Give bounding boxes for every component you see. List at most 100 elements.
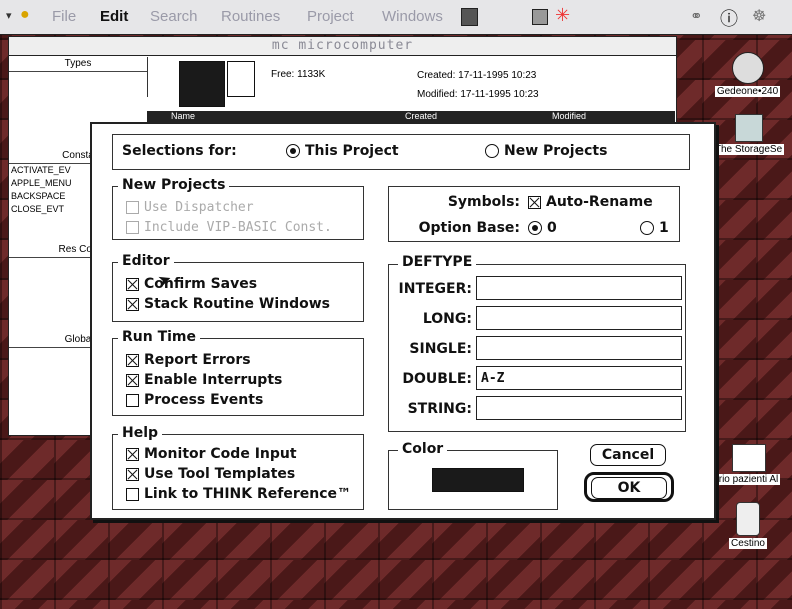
cancel-button[interactable]: Cancel: [590, 444, 666, 466]
desktop-icon-trash[interactable]: Cestino: [720, 502, 776, 549]
routine-graph-icon: [227, 61, 255, 97]
application-menu-icon[interactable]: ☸: [752, 6, 766, 26]
enable-interrupts-label: Enable Interrupts: [144, 372, 283, 388]
deftype-group-title: DEFTYPE: [398, 254, 477, 270]
option-base-0-radio[interactable]: 0: [528, 220, 557, 236]
include-vip-label: Include VIP-BASIC Const.: [144, 220, 332, 235]
include-vip-checkbox[interactable]: Include VIP-BASIC Const.: [126, 220, 332, 235]
menu-search[interactable]: Search: [150, 8, 198, 25]
toolbox-icon[interactable]: [461, 8, 478, 26]
link-think-checkbox[interactable]: Link to THINK Reference™: [126, 486, 351, 502]
menu-file[interactable]: File: [52, 8, 76, 25]
stack-windows-label: Stack Routine Windows: [144, 296, 331, 312]
apple-logo-icon[interactable]: ●: [20, 6, 30, 24]
single-field[interactable]: [476, 336, 682, 360]
col-name[interactable]: Name: [171, 111, 195, 121]
this-project-label: This Project: [305, 143, 399, 159]
types-title: Types: [9, 57, 147, 72]
help-group-title: Help: [118, 425, 163, 441]
selections-label: Selections for:: [122, 143, 237, 159]
auto-rename-label: Auto-Rename: [546, 194, 653, 210]
sparkle-icon[interactable]: ✳: [555, 5, 570, 26]
process-events-label: Process Events: [144, 392, 264, 408]
checkbox-checked-icon: [126, 297, 139, 311]
run-time-group-title: Run Time: [118, 329, 201, 345]
desktop-icon-label: rio pazienti Al: [716, 474, 781, 485]
desktop-icon-storage[interactable]: The StorageSe: [705, 114, 792, 155]
this-project-radio[interactable]: This Project: [286, 143, 399, 159]
editor-group: [112, 262, 364, 322]
use-dispatcher-checkbox[interactable]: Use Dispatcher: [126, 200, 254, 215]
project-options-dialog: Selections for: This Project New Project…: [90, 122, 716, 520]
monitor-code-label: Monitor Code Input: [144, 446, 297, 462]
tool-templates-label: Use Tool Templates: [144, 466, 296, 482]
checkbox-icon: [126, 487, 139, 501]
single-label: SINGLE:: [409, 341, 472, 357]
created-date: Created: 17-11-1995 10:23: [417, 70, 537, 81]
color-swatch[interactable]: [432, 468, 524, 492]
report-errors-checkbox[interactable]: Report Errors: [126, 352, 251, 368]
long-field[interactable]: [476, 306, 682, 330]
free-memory: Free: 1133K: [271, 69, 326, 80]
option-base-1-label: 1: [659, 220, 669, 236]
col-created[interactable]: Created: [405, 111, 437, 121]
checkbox-checked-icon: [126, 467, 139, 481]
menu-project[interactable]: Project: [307, 8, 354, 25]
checkbox-icon: [126, 221, 139, 234]
option-base-0-label: 0: [547, 220, 557, 236]
script-icon[interactable]: [532, 9, 548, 25]
project-window-title[interactable]: mc microcomputer: [9, 37, 676, 56]
col-modified[interactable]: Modified: [552, 111, 586, 121]
radio-selected-icon: [286, 144, 300, 158]
editor-group-title: Editor: [118, 253, 174, 269]
checkbox-checked-icon: [126, 353, 139, 367]
desktop-icon-label: Gedeone•240: [714, 86, 781, 97]
menu-edit[interactable]: Edit: [100, 8, 128, 25]
menu-windows[interactable]: Windows: [382, 8, 443, 25]
apple-menu-icon[interactable]: ▾: [6, 9, 12, 22]
monitor-code-checkbox[interactable]: Monitor Code Input: [126, 446, 297, 462]
modified-date: Modified: 17-11-1995 10:23: [417, 89, 539, 100]
checkbox-checked-icon: [126, 277, 139, 291]
menu-bar: ▾ ● File Edit Search Routines Project Wi…: [0, 0, 792, 35]
checkbox-checked-icon: [528, 195, 541, 209]
symbols-label: Symbols:: [447, 194, 520, 210]
desktop-icon-label: The StorageSe: [712, 144, 785, 155]
checkbox-icon: [126, 393, 139, 407]
desktop-icon-gedeone[interactable]: Gedeone•240: [705, 52, 790, 97]
option-base-label: Option Base:: [418, 220, 520, 236]
checkbox-checked-icon: [126, 447, 139, 461]
process-events-checkbox[interactable]: Process Events: [126, 392, 263, 408]
trash-icon: [736, 502, 760, 536]
types-pane[interactable]: Types: [9, 57, 148, 97]
server-icon: [734, 114, 763, 142]
duck-icon: [731, 52, 764, 84]
use-dispatcher-label: Use Dispatcher: [144, 200, 254, 215]
new-projects-group-title: New Projects: [118, 177, 230, 193]
ok-button[interactable]: OK: [591, 477, 667, 499]
auto-rename-checkbox[interactable]: Auto-Rename: [528, 194, 653, 210]
confirm-saves-checkbox[interactable]: Confirm Saves: [126, 276, 257, 292]
radio-selected-icon: [528, 221, 542, 235]
integer-field[interactable]: [476, 276, 682, 300]
report-errors-label: Report Errors: [144, 352, 251, 368]
desktop-icon-folder[interactable]: rio pazienti Al: [705, 444, 792, 485]
new-projects-label: New Projects: [504, 143, 608, 159]
double-field[interactable]: A-Z: [476, 366, 682, 390]
new-projects-radio[interactable]: New Projects: [485, 143, 607, 159]
long-label: LONG:: [422, 311, 472, 327]
link-think-label: Link to THINK Reference™: [144, 486, 351, 502]
help-icon[interactable]: ⓘ: [720, 5, 738, 31]
string-label: STRING:: [407, 401, 472, 417]
desktop-icon-label: Cestino: [729, 538, 767, 549]
stack-windows-checkbox[interactable]: Stack Routine Windows: [126, 296, 330, 312]
string-field[interactable]: [476, 396, 682, 420]
enable-interrupts-checkbox[interactable]: Enable Interrupts: [126, 372, 282, 388]
color-group-title: Color: [398, 441, 448, 457]
integer-label: INTEGER:: [398, 281, 472, 297]
radio-empty-icon: [485, 144, 499, 158]
option-base-1-radio[interactable]: 1: [640, 220, 669, 236]
balloon-help-icon[interactable]: ⚭: [690, 7, 703, 25]
menu-routines[interactable]: Routines: [221, 8, 280, 25]
tool-templates-checkbox[interactable]: Use Tool Templates: [126, 466, 295, 482]
